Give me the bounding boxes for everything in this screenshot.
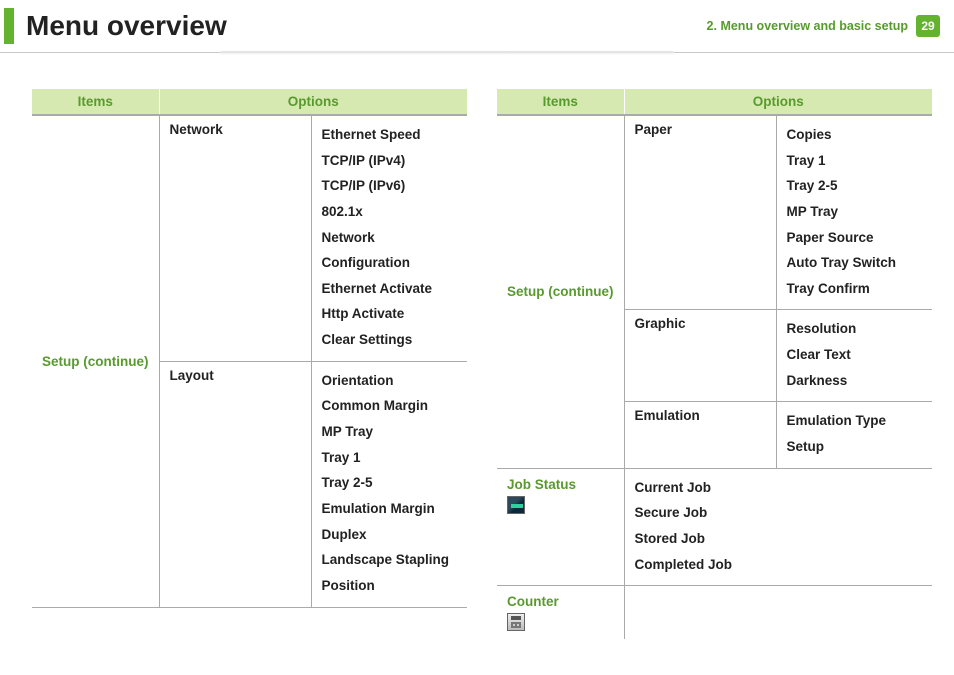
group-options-network: Ethernet Speed TCP/IP (IPv4) TCP/IP (IPv… [311, 115, 467, 361]
th-options: Options [159, 89, 467, 115]
option-item: Landscape Stapling Position [322, 547, 458, 598]
row-head-setup-continue: Setup (continue) [497, 115, 624, 468]
right-column: Items Options Setup (continue) Paper Cop… [497, 89, 932, 639]
option-item: Tray 1 [322, 445, 458, 471]
header-right: 2. Menu overview and basic setup 29 [707, 15, 940, 37]
option-item: Duplex [322, 522, 458, 548]
option-item: Tray 1 [787, 148, 923, 174]
option-item: Http Activate [322, 301, 458, 327]
th-options: Options [624, 89, 932, 115]
option-item: Completed Job [635, 552, 923, 578]
option-item: Darkness [787, 368, 923, 394]
option-item: Secure Job [635, 500, 923, 526]
option-item: Paper Source [787, 225, 923, 251]
option-item: Auto Tray Switch [787, 250, 923, 276]
page-title: Menu overview [26, 10, 227, 42]
option-item: MP Tray [787, 199, 923, 225]
option-item: Clear Text [787, 342, 923, 368]
option-item: Tray Confirm [787, 276, 923, 302]
option-item: Ethernet Activate [322, 276, 458, 302]
option-item: 802.1x [322, 199, 458, 225]
job-status-items: Current Job Secure Job Stored Job Comple… [624, 468, 932, 586]
counter-items-empty [624, 586, 932, 640]
right-menu-table: Items Options Setup (continue) Paper Cop… [497, 89, 932, 639]
group-label-emulation: Emulation [624, 402, 776, 468]
th-items: Items [497, 89, 624, 115]
group-label-graphic: Graphic [624, 310, 776, 402]
group-label-layout: Layout [159, 361, 311, 607]
option-item: Copies [787, 122, 923, 148]
row-head-job-status: Job Status [497, 468, 624, 586]
option-item: Orientation [322, 368, 458, 394]
row-head-counter: Counter [497, 586, 624, 640]
option-item: Tray 2-5 [787, 173, 923, 199]
left-menu-table: Items Options Setup (continue) Network E… [32, 89, 467, 608]
option-item: Ethernet Speed [322, 122, 458, 148]
counter-icon [507, 613, 525, 631]
group-label-paper: Paper [624, 115, 776, 310]
content-columns: Items Options Setup (continue) Network E… [0, 53, 954, 639]
option-item: TCP/IP (IPv6) [322, 173, 458, 199]
chapter-label: 2. Menu overview and basic setup [707, 19, 908, 33]
option-item: Stored Job [635, 526, 923, 552]
group-label-network: Network [159, 115, 311, 361]
th-items: Items [32, 89, 159, 115]
group-options-emulation: Emulation Type Setup [776, 402, 932, 468]
group-options-graphic: Resolution Clear Text Darkness [776, 310, 932, 402]
page-number-badge: 29 [916, 15, 940, 37]
option-item: Emulation Type [787, 408, 923, 434]
option-item: Current Job [635, 475, 923, 501]
page-header: Menu overview 2. Menu overview and basic… [0, 0, 954, 53]
option-item: Network Configuration [322, 225, 458, 276]
left-column: Items Options Setup (continue) Network E… [32, 89, 467, 639]
accent-bar [4, 8, 14, 44]
option-item: Common Margin [322, 393, 458, 419]
group-options-layout: Orientation Common Margin MP Tray Tray 1… [311, 361, 467, 607]
option-item: Resolution [787, 316, 923, 342]
job-status-icon [507, 496, 525, 514]
option-item: Tray 2-5 [322, 470, 458, 496]
option-item: Clear Settings [322, 327, 458, 353]
header-left: Menu overview [0, 8, 227, 44]
option-item: MP Tray [322, 419, 458, 445]
option-item: TCP/IP (IPv4) [322, 148, 458, 174]
row-head-setup-continue: Setup (continue) [32, 115, 159, 607]
group-options-paper: Copies Tray 1 Tray 2-5 MP Tray Paper Sou… [776, 115, 932, 310]
counter-label: Counter [507, 594, 559, 609]
option-item: Setup [787, 434, 923, 460]
job-status-label: Job Status [507, 477, 576, 492]
option-item: Emulation Margin [322, 496, 458, 522]
